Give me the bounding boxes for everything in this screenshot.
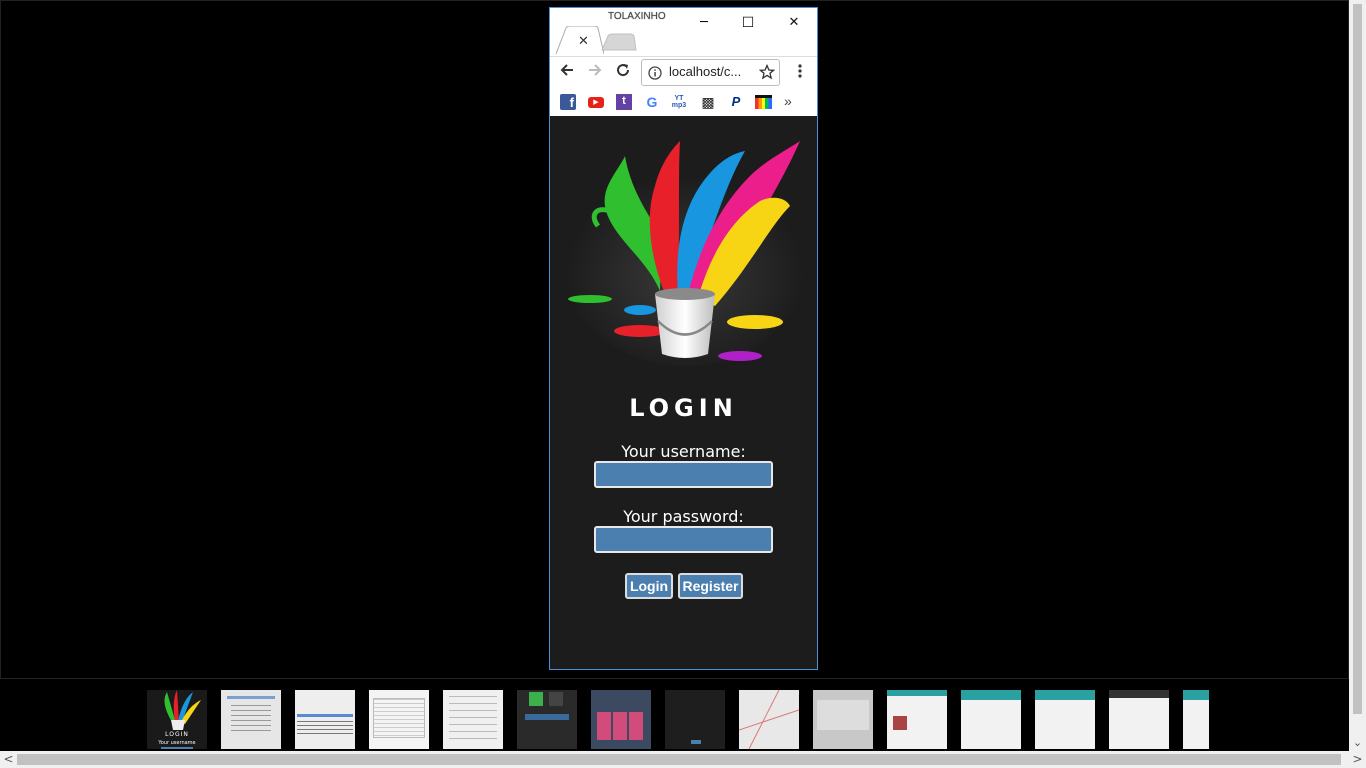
thumbnail-teal-app-1[interactable] bbox=[887, 690, 947, 749]
bookmarks-overflow-icon[interactable]: » bbox=[784, 94, 800, 110]
thumb-dark-tile-2 bbox=[549, 692, 563, 706]
vertical-scroll-thumb[interactable] bbox=[1353, 4, 1362, 714]
thumb-login-input-bar bbox=[161, 747, 193, 749]
thumbnail-teal-app-3[interactable] bbox=[1035, 690, 1095, 749]
yt-mp3-icon[interactable]: YT mp3 bbox=[671, 95, 687, 111]
register-button[interactable]: Register bbox=[678, 573, 743, 599]
thumb-login-sub: Your username bbox=[158, 740, 196, 746]
scroll-down-icon[interactable]: ⌄ bbox=[1349, 734, 1366, 751]
thumb-map-lines bbox=[739, 690, 799, 749]
window-title: TOLAXINHO bbox=[608, 11, 666, 22]
thumb-dark-bar bbox=[525, 714, 569, 720]
thumb-doc-lines bbox=[231, 705, 271, 735]
menu-icon[interactable] bbox=[789, 62, 811, 84]
thumb-teal-header-1 bbox=[887, 690, 947, 696]
username-label: Your username: bbox=[621, 442, 746, 461]
shop-icon[interactable] bbox=[755, 95, 772, 109]
thumbnail-teal-app-5[interactable] bbox=[1183, 690, 1209, 749]
password-input[interactable] bbox=[594, 526, 773, 553]
thumb-doc-header bbox=[227, 696, 275, 699]
browser-window: TOLAXINHO ─ ☐ ✕ ✕ localhost/c... f ▶ t G… bbox=[549, 7, 818, 670]
thumb-warn-title bbox=[297, 714, 353, 717]
star-icon[interactable] bbox=[758, 63, 776, 84]
new-tab-shape bbox=[601, 33, 637, 51]
address-bar[interactable]: localhost/c... bbox=[641, 59, 780, 86]
bookmarks-bar: f ▶ t G YT mp3 ▩ P » bbox=[550, 89, 817, 116]
password-label: Your password: bbox=[623, 507, 744, 526]
tab-new[interactable] bbox=[600, 26, 638, 54]
thumb-warn-lines bbox=[297, 721, 353, 735]
paypal-icon[interactable]: P bbox=[728, 94, 744, 110]
thumb-splash-art bbox=[164, 690, 201, 730]
thumbnail-form-page[interactable] bbox=[443, 690, 503, 749]
thumbnail-teal-app-4[interactable] bbox=[1109, 690, 1169, 749]
thumbnail-document-list[interactable] bbox=[221, 690, 281, 749]
username-input[interactable] bbox=[594, 461, 773, 488]
thumb-code-area bbox=[373, 698, 425, 738]
thumb-dark-button bbox=[691, 740, 701, 744]
thumbnail-dark-app[interactable] bbox=[517, 690, 577, 749]
thumbnail-filmstrip: LOGIN Your username bbox=[0, 680, 1349, 751]
back-icon[interactable] bbox=[556, 62, 578, 84]
reload-icon[interactable] bbox=[612, 62, 634, 84]
thumb-gray-panel bbox=[817, 700, 869, 730]
tab-close-icon[interactable]: ✕ bbox=[578, 34, 589, 49]
info-icon[interactable] bbox=[648, 65, 662, 84]
thumb-teal-header-5 bbox=[1183, 690, 1209, 700]
scroll-left-icon[interactable]: < bbox=[0, 751, 17, 768]
youtube-icon[interactable]: ▶ bbox=[588, 97, 604, 108]
login-button[interactable]: Login bbox=[625, 573, 673, 599]
tab-active[interactable]: ✕ bbox=[556, 26, 604, 54]
scroll-right-icon[interactable]: > bbox=[1349, 751, 1366, 768]
thumbnail-code-editor[interactable] bbox=[369, 690, 429, 749]
horizontal-scrollbar[interactable]: < > bbox=[0, 751, 1366, 768]
thumbnail-teal-app-2[interactable] bbox=[961, 690, 1021, 749]
thumb-teal-avatar-1 bbox=[893, 716, 907, 730]
thumbnail-gray-page[interactable] bbox=[813, 690, 873, 749]
thumbnail-dark-table[interactable] bbox=[665, 690, 725, 749]
forward-icon[interactable] bbox=[584, 62, 606, 84]
thumb-form-lines bbox=[449, 696, 497, 740]
thumbnail-grid-tiles[interactable] bbox=[591, 690, 651, 749]
twitch-icon[interactable]: t bbox=[616, 94, 632, 110]
minimize-button[interactable]: ─ bbox=[692, 12, 716, 34]
thumb-teal-header-3 bbox=[1035, 690, 1095, 700]
vertical-scrollbar[interactable]: ⌄ bbox=[1349, 0, 1366, 751]
close-window-button[interactable]: ✕ bbox=[782, 12, 806, 34]
thumb-login-caption: LOGIN bbox=[165, 731, 189, 738]
google-icon[interactable]: G bbox=[644, 94, 660, 110]
url-text[interactable]: localhost/c... bbox=[669, 64, 741, 79]
thumbnail-map-view[interactable] bbox=[739, 690, 799, 749]
game-icon[interactable]: ▩ bbox=[700, 94, 716, 110]
thumb-teal-header-2 bbox=[961, 690, 1021, 700]
thumb-grid-row bbox=[597, 712, 645, 740]
horizontal-scroll-thumb[interactable] bbox=[17, 754, 1341, 765]
facebook-icon[interactable]: f bbox=[560, 94, 576, 110]
title-bar[interactable]: TOLAXINHO ─ ☐ ✕ ✕ bbox=[550, 8, 817, 56]
browser-toolbar: localhost/c... bbox=[550, 56, 817, 89]
login-page: LOGIN Your username: Your password: Logi… bbox=[550, 116, 817, 669]
login-heading: LOGIN bbox=[629, 394, 738, 422]
maximize-button[interactable]: ☐ bbox=[736, 12, 760, 34]
paint-bucket-splash-logo bbox=[565, 141, 805, 366]
thumbnail-login-splash[interactable]: LOGIN Your username bbox=[147, 690, 207, 749]
thumb-teal-header-4 bbox=[1109, 690, 1169, 698]
thumb-dark-tile-1 bbox=[529, 692, 543, 706]
thumbnail-query-warning[interactable] bbox=[295, 690, 355, 749]
